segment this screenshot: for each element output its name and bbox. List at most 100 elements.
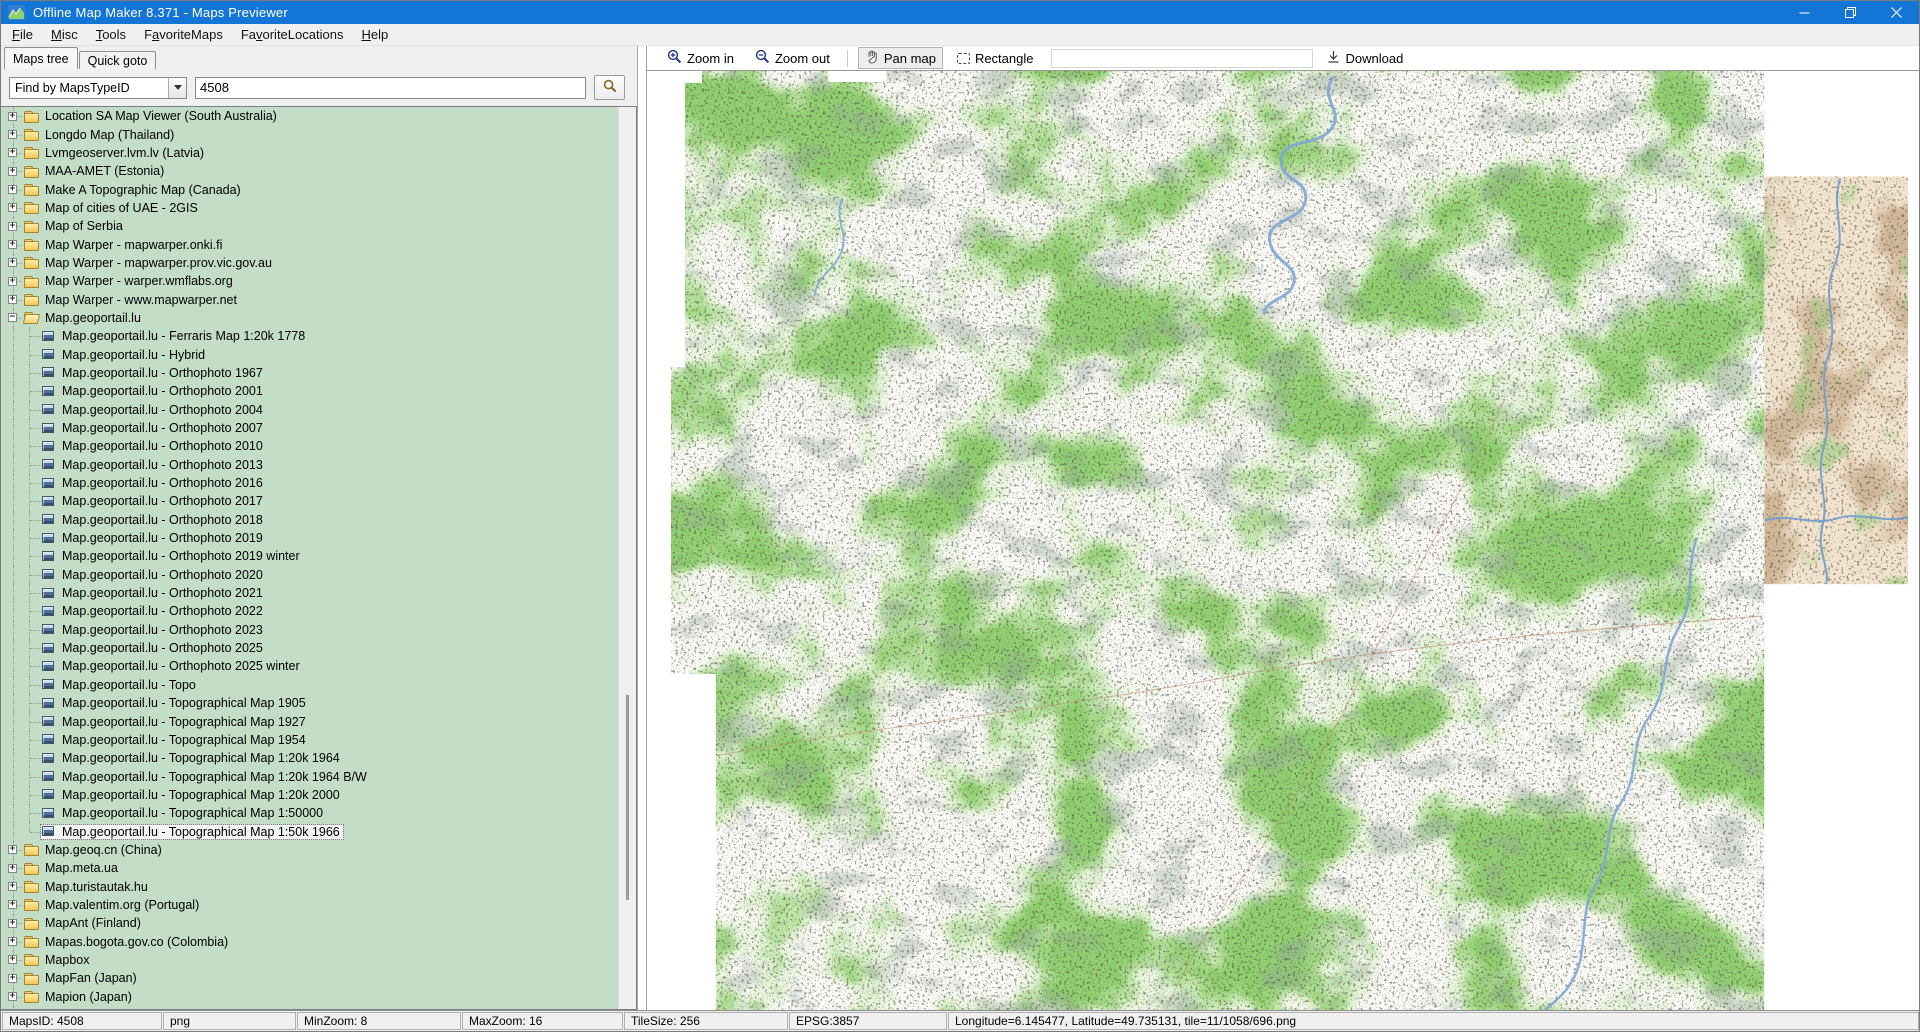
tree-item[interactable]: Map.geoportail.lu - Orthophoto 2013 [1, 456, 636, 474]
search-input[interactable] [195, 77, 586, 99]
tree-item[interactable]: +Map.geoq.cn (China) [1, 841, 636, 859]
tree-item[interactable]: Map.geoportail.lu - Orthophoto 2007 [1, 419, 636, 437]
zoom-in-button[interactable]: Zoom in [660, 47, 741, 69]
expand-toggle[interactable]: + [8, 937, 17, 946]
menu-misc[interactable]: Misc [42, 26, 87, 43]
tree-item[interactable]: +Map.valentim.org (Portugal) [1, 896, 636, 914]
tree-scrollbar-thumb[interactable] [626, 695, 629, 900]
tree-item[interactable]: Map.geoportail.lu - Orthophoto 2025 [1, 639, 636, 657]
map-layer-icon [41, 807, 57, 820]
tree-item[interactable]: −Map.geoportail.lu [1, 309, 636, 327]
rectangle-button[interactable]: Rectangle [950, 49, 1041, 68]
tree-item[interactable]: +Map Warper - mapwarper.prov.vic.gov.au [1, 254, 636, 272]
tree-item[interactable]: Map.geoportail.lu - Topographical Map 1:… [1, 786, 636, 804]
expand-toggle[interactable]: + [8, 167, 17, 176]
tree-item[interactable]: +Map Warper - www.mapwarper.net [1, 290, 636, 308]
expand-toggle[interactable]: + [8, 295, 17, 304]
tree-item[interactable]: +Lvmgeoserver.lvm.lv (Latvia) [1, 144, 636, 162]
expand-toggle[interactable]: + [8, 258, 17, 267]
tree-item-label: Map.geoportail.lu - Orthophoto 2019 [62, 531, 263, 545]
tree-item[interactable]: Map.geoportail.lu - Orthophoto 2019 wint… [1, 547, 636, 565]
tree-item[interactable]: +Map.meta.ua [1, 859, 636, 877]
close-button[interactable] [1873, 1, 1919, 24]
tree-scrollbar[interactable] [618, 107, 636, 1009]
tree-item[interactable]: Map.geoportail.lu - Orthophoto 2020 [1, 566, 636, 584]
expand-toggle[interactable]: + [8, 974, 17, 983]
expand-toggle[interactable]: + [8, 240, 17, 249]
restore-button[interactable] [1827, 1, 1873, 24]
expand-toggle[interactable]: + [8, 900, 17, 909]
tree-item[interactable]: Map.geoportail.lu - Topographical Map 19… [1, 712, 636, 730]
tree-item[interactable]: Map.geoportail.lu - Orthophoto 2001 [1, 382, 636, 400]
zoom-out-button[interactable]: Zoom out [748, 47, 837, 69]
tree-item[interactable]: Map.geoportail.lu - Topo [1, 676, 636, 694]
toolbar-separator [847, 50, 848, 67]
tab-maps-tree[interactable]: Maps tree [4, 47, 78, 69]
search-mode-dropdown[interactable]: Find by MapsTypeID [9, 77, 187, 99]
menu-help[interactable]: Help [352, 26, 397, 43]
tree-item[interactable]: +Map Warper - warper.wmflabs.org [1, 272, 636, 290]
tree-item[interactable]: +MAA-AMET (Estonia) [1, 162, 636, 180]
tree-item[interactable]: Map.geoportail.lu - Orthophoto 2004 [1, 401, 636, 419]
expand-toggle[interactable]: + [8, 222, 17, 231]
menu-tools[interactable]: Tools [87, 26, 135, 43]
menu-favoritelocations[interactable]: FavoriteLocations [232, 26, 353, 43]
tree-item[interactable]: Map.geoportail.lu - Orthophoto 2022 [1, 602, 636, 620]
menu-file[interactable]: File [3, 26, 42, 43]
tab-quick-goto[interactable]: Quick goto [79, 51, 157, 69]
menu-favoritemaps[interactable]: FavoriteMaps [135, 26, 232, 43]
expand-toggle[interactable]: + [8, 864, 17, 873]
expand-toggle[interactable]: + [8, 992, 17, 1001]
expand-toggle[interactable]: − [8, 313, 17, 322]
expand-toggle[interactable]: + [8, 277, 17, 286]
panel-splitter[interactable] [638, 46, 647, 1010]
chevron-down-icon[interactable] [168, 78, 186, 98]
tree-item[interactable]: +MapFan (Japan) [1, 969, 636, 987]
tree-item[interactable]: +Map of cities of UAE - 2GIS [1, 199, 636, 217]
expand-toggle[interactable]: + [8, 882, 17, 891]
tree-item[interactable]: +Mapbox [1, 951, 636, 969]
tree-item[interactable]: Map.geoportail.lu - Ferraris Map 1:20k 1… [1, 327, 636, 345]
tree-item[interactable]: +Longdo Map (Thailand) [1, 125, 636, 143]
tree-item[interactable]: Map.geoportail.lu - Orthophoto 2021 [1, 584, 636, 602]
expand-toggle[interactable]: + [8, 185, 17, 194]
tree-item[interactable]: Map.geoportail.lu - Topographical Map 19… [1, 694, 636, 712]
tree-item[interactable]: Map.geoportail.lu - Orthophoto 2017 [1, 492, 636, 510]
tree-item-label: Map.geoportail.lu - Orthophoto 2010 [62, 439, 263, 453]
search-button[interactable] [594, 75, 625, 100]
tree-item[interactable]: Map.geoportail.lu - Topographical Map 1:… [1, 822, 636, 840]
tree-item[interactable]: Map.geoportail.lu - Orthophoto 2019 [1, 529, 636, 547]
toolbar-input[interactable] [1051, 49, 1313, 68]
expand-toggle[interactable]: + [8, 955, 17, 964]
tree-item[interactable]: Map.geoportail.lu - Orthophoto 1967 [1, 364, 636, 382]
tree-item[interactable]: Map.geoportail.lu - Topographical Map 1:… [1, 749, 636, 767]
expand-toggle[interactable]: + [8, 845, 17, 854]
tree-item[interactable]: Map.geoportail.lu - Topographical Map 19… [1, 731, 636, 749]
tree-item[interactable]: Map.geoportail.lu - Orthophoto 2016 [1, 474, 636, 492]
expand-toggle[interactable]: + [8, 919, 17, 928]
tree-item[interactable]: Map.geoportail.lu - Orthophoto 2023 [1, 621, 636, 639]
tree-item[interactable]: +MapAnt (Finland) [1, 914, 636, 932]
minimize-button[interactable] [1781, 1, 1827, 24]
expand-toggle[interactable]: + [8, 130, 17, 139]
tree-item[interactable]: +Make A Topographic Map (Canada) [1, 180, 636, 198]
tree-item[interactable]: Map.geoportail.lu - Hybrid [1, 345, 636, 363]
tree-item[interactable]: +Mapion (Japan) [1, 988, 636, 1006]
tree-item[interactable]: Map.geoportail.lu - Orthophoto 2010 [1, 437, 636, 455]
expand-toggle[interactable]: + [8, 112, 17, 121]
tree-item[interactable]: +Map Warper - mapwarper.onki.fi [1, 235, 636, 253]
tree-item[interactable]: +Location SA Map Viewer (South Australia… [1, 107, 636, 125]
tree-item[interactable]: Map.geoportail.lu - Topographical Map 1:… [1, 767, 636, 785]
map-canvas[interactable] [647, 70, 1919, 1010]
tree-item[interactable]: +Mapas.bogota.gov.co (Colombia) [1, 932, 636, 950]
tree-item[interactable]: +Map of Serbia [1, 217, 636, 235]
tree-item[interactable]: +Mappls (India) [1, 1006, 636, 1010]
pan-map-button[interactable]: Pan map [858, 47, 943, 69]
tree-item[interactable]: Map.geoportail.lu - Orthophoto 2025 wint… [1, 657, 636, 675]
tree-item[interactable]: Map.geoportail.lu - Topographical Map 1:… [1, 804, 636, 822]
expand-toggle[interactable]: + [8, 203, 17, 212]
download-button[interactable]: Download [1320, 48, 1410, 69]
tree-item[interactable]: Map.geoportail.lu - Orthophoto 2018 [1, 511, 636, 529]
expand-toggle[interactable]: + [8, 148, 17, 157]
tree-item[interactable]: +Map.turistautak.hu [1, 877, 636, 895]
